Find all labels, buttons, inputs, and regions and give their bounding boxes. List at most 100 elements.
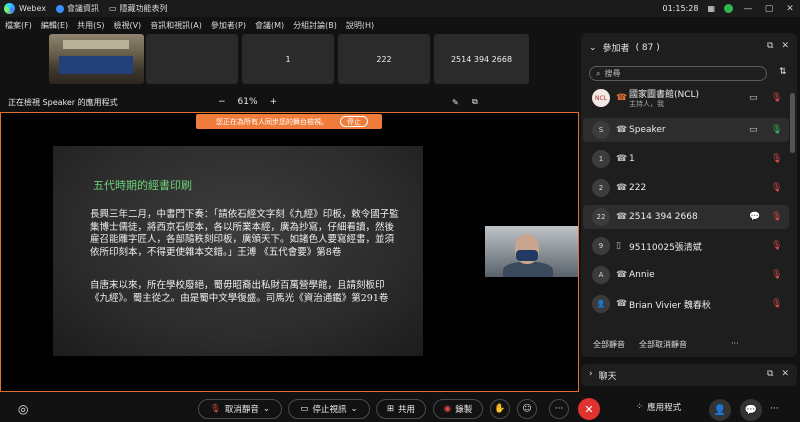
more-icon[interactable]: ··· <box>731 339 739 350</box>
participant-view-icon[interactable]: ◎ <box>18 402 28 416</box>
participant-row[interactable]: 22 ☎ 2514 394 2668 💬 🎙 <box>583 205 789 229</box>
video-thumbnail-empty[interactable] <box>146 34 238 84</box>
muted-mic-icon[interactable]: 🎙 <box>771 93 782 103</box>
unmute-button[interactable]: 🎙 取消靜音 ⌄ <box>198 399 282 419</box>
chat-toggle-button[interactable]: 💬 <box>740 399 762 421</box>
video-thumbnail-1[interactable]: 1 <box>242 34 334 84</box>
participant-name: 2514 394 2668 <box>629 212 698 222</box>
video-thumbnail-phone[interactable]: 2514 394 2668 <box>434 34 529 84</box>
more-options-button[interactable]: ··· <box>549 399 569 419</box>
menu-view[interactable]: 檢視(V) <box>113 20 141 31</box>
apps-icon: ⁘ <box>636 402 644 412</box>
muted-mic-icon[interactable]: 🎙 <box>771 241 782 251</box>
raise-hand-button[interactable]: ✋ <box>490 399 510 419</box>
mute-all-button[interactable]: 全部靜音 <box>593 339 625 350</box>
meeting-info-button[interactable]: 會議資訊 <box>55 3 99 14</box>
connection-status-icon[interactable] <box>724 4 733 13</box>
presenter-video[interactable] <box>485 226 578 277</box>
hand-icon: ✋ <box>494 404 506 414</box>
close-icon[interactable]: ✕ <box>781 369 789 379</box>
avatar: A <box>592 266 610 284</box>
slide-paragraph-2: 自唐末以來，所在學校廢絕，蜀毋昭裔出私財百萬營學館，且請刻板印《九經》。蜀主從之… <box>90 280 389 304</box>
participant-row[interactable]: A ☎ Annie 🎙 <box>583 263 789 287</box>
stop-sync-button[interactable]: 停止 <box>340 116 368 127</box>
participant-row[interactable]: 9 ▯ 95110025張清斌 🎙 <box>583 234 789 258</box>
slide-title: 五代時期的經書印刷 <box>93 179 192 192</box>
camera-icon: ▭ <box>300 404 309 414</box>
hide-menu-bar-button[interactable]: ▭ 隱藏功能表列 <box>109 3 168 14</box>
active-mic-icon[interactable]: 🎙 <box>771 125 782 135</box>
video-thumbnail-venue[interactable] <box>49 34 144 84</box>
search-icon: ⌕ <box>596 68 601 78</box>
participant-name: Speaker <box>629 125 666 135</box>
muted-mic-icon[interactable]: 🎙 <box>771 183 782 193</box>
participant-row[interactable]: 👤 ☎ Brian Vivier 魏春秋 🎙 <box>583 292 789 316</box>
participant-row[interactable]: S ☎ Speaker ▭ 🎙 <box>583 118 789 142</box>
avatar: 2 <box>592 179 610 197</box>
participants-title: 參加者 <box>602 44 630 54</box>
share-button[interactable]: ⊞ 共用 <box>376 399 426 419</box>
video-thumbnail-222[interactable]: 222 <box>338 34 430 84</box>
participants-header[interactable]: ⌄ 參加者 ( 87 ) <box>589 41 660 55</box>
popout-icon[interactable]: ⧉ <box>767 369 773 379</box>
menu-edit[interactable]: 編輯(E) <box>41 20 68 31</box>
app-name: Webex <box>19 4 46 13</box>
info-icon <box>55 4 64 13</box>
stop-video-button[interactable]: ▭ 停止視訊 ⌄ <box>288 399 370 419</box>
maximize-button[interactable]: ▢ <box>763 4 775 14</box>
presentation-slide: 五代時期的經書印刷 長興三年二月，中書門下奏：「請依石經文字刻《九經》印板，敕令… <box>53 146 423 356</box>
popout-icon[interactable]: ⧉ <box>472 97 478 107</box>
minimize-button[interactable]: — <box>742 4 754 14</box>
chevron-right-icon: › <box>589 369 593 379</box>
close-icon: ✕ <box>584 402 594 416</box>
menu-breakout[interactable]: 分組討論(B) <box>293 20 337 31</box>
participant-row[interactable]: 2 ☎ 222 🎙 <box>583 176 789 200</box>
phone-icon: ☎ <box>616 270 628 280</box>
popout-icon[interactable]: ⧉ <box>767 41 773 51</box>
avatar: 👤 <box>592 295 610 313</box>
menu-participants[interactable]: 參加者(P) <box>211 20 246 31</box>
menu-help[interactable]: 說明(H) <box>346 20 374 31</box>
muted-mic-icon[interactable]: 🎙 <box>771 299 782 309</box>
close-window-button[interactable]: ✕ <box>784 4 796 14</box>
menu-audio-video[interactable]: 音訊和視訊(A) <box>150 20 202 31</box>
menu-meeting[interactable]: 會議(M) <box>255 20 284 31</box>
presenter-mask <box>516 250 538 261</box>
video-icon: ▭ <box>749 125 758 135</box>
participant-name: Annie <box>629 270 655 280</box>
more-panels-icon[interactable]: ··· <box>770 404 779 414</box>
venue-banner <box>63 40 129 49</box>
menu-share[interactable]: 共用(S) <box>77 20 104 31</box>
participants-count: ( 87 ) <box>635 42 660 53</box>
annotate-icon[interactable]: ✎ <box>452 98 459 107</box>
close-icon[interactable]: ✕ <box>781 41 789 51</box>
muted-mic-icon[interactable]: 🎙 <box>771 212 782 222</box>
unmute-all-button[interactable]: 全部取消靜音 <box>639 339 687 350</box>
venue-table <box>59 56 133 74</box>
chat-icon[interactable]: 💬 <box>749 212 760 222</box>
reactions-button[interactable]: ☺ <box>517 399 537 419</box>
chevron-down-icon: ⌄ <box>350 404 358 414</box>
sort-icon[interactable]: ⇅ <box>779 67 787 77</box>
apps-button[interactable]: ⁘ 應用程式 <box>636 401 681 413</box>
end-meeting-button[interactable]: ✕ <box>578 398 600 420</box>
participant-name: 95110025張清斌 <box>629 242 702 253</box>
menu-file[interactable]: 檔案(F) <box>5 20 32 31</box>
muted-mic-icon[interactable]: 🎙 <box>771 154 782 164</box>
chat-panel[interactable]: › 聊天 ⧉ ✕ <box>581 364 797 386</box>
record-button[interactable]: ◉ 錄製 <box>433 399 483 419</box>
participant-list-scrollbar[interactable] <box>790 93 795 153</box>
layout-icon[interactable]: ▦ <box>707 4 715 13</box>
zoom-in-button[interactable]: + <box>270 97 278 107</box>
avatar: NCL <box>592 89 610 107</box>
avatar: 1 <box>592 150 610 168</box>
zoom-out-button[interactable]: − <box>218 97 226 107</box>
participant-row[interactable]: 1 ☎ 1 🎙 <box>583 147 789 171</box>
muted-mic-icon: 🎙 <box>210 404 221 414</box>
participant-row[interactable]: NCL ☎ 國家圖書館(NCL) 主持人，我 ▭ 🎙 <box>583 86 789 110</box>
participants-toggle-button[interactable]: 👤 <box>709 399 731 421</box>
muted-mic-icon[interactable]: 🎙 <box>771 270 782 280</box>
chat-title: 聊天 <box>598 372 617 382</box>
participant-search-input[interactable]: ⌕ 搜尋 <box>589 66 767 81</box>
participant-name: 222 <box>629 183 647 193</box>
